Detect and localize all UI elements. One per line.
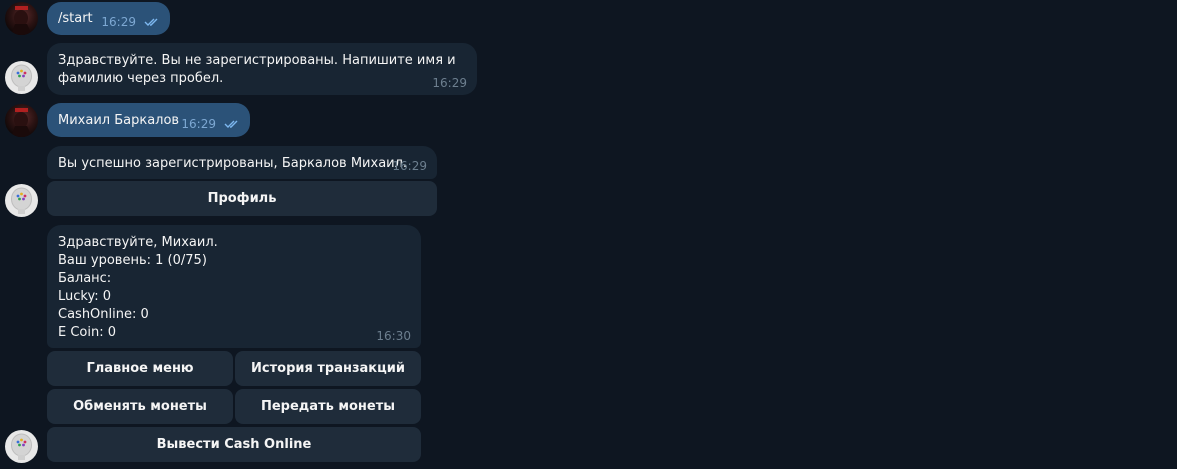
double-check-icon [144, 18, 158, 26]
message-text-line: Здравствуйте. Вы не зарегистрированы. На… [58, 53, 456, 68]
transfer-coins-button[interactable]: Передать монеты [235, 389, 421, 424]
message-incoming[interactable]: Здравствуйте. Вы не зарегистрированы. На… [47, 43, 477, 95]
message-text-line: CashOnline: 0 [58, 307, 149, 322]
exchange-coins-button[interactable]: Обменять монеты [47, 389, 233, 424]
message-text: Вы успешно зарегистрированы, Баркалов Ми… [58, 156, 408, 171]
message-incoming[interactable]: Вы успешно зарегистрированы, Баркалов Ми… [47, 146, 437, 179]
main-menu-button[interactable]: Главное меню [47, 351, 233, 386]
message-text-line: E Coin: 0 [58, 325, 117, 340]
transaction-history-button[interactable]: История транзакций [235, 351, 421, 386]
message-outgoing[interactable]: /start 16:29 [47, 2, 170, 35]
message-text-line: фамилию через пробел. [58, 71, 224, 86]
user-avatar[interactable] [5, 104, 38, 137]
chat-area: /start 16:29 Здравствуйте. Вы не зарегис… [0, 0, 1177, 469]
withdraw-cash-online-button[interactable]: Вывести Cash Online [47, 427, 421, 462]
message-text-line: Ваш уровень: 1 (0/75) [58, 253, 207, 268]
bot-avatar[interactable] [5, 184, 38, 217]
message-text: Михаил Баркалов [58, 113, 180, 128]
message-time: 16:30 [376, 329, 411, 343]
message-time: 16:29 [392, 159, 427, 173]
profile-button[interactable]: Профиль [47, 181, 437, 216]
bot-avatar[interactable] [5, 430, 38, 463]
bot-avatar[interactable] [5, 61, 38, 94]
message-time: 16:29 [181, 117, 216, 131]
message-text-line: Lucky: 0 [58, 289, 111, 304]
message-time: 16:29 [432, 76, 467, 90]
double-check-icon [224, 120, 238, 128]
message-time: 16:29 [101, 15, 136, 29]
message-outgoing[interactable]: Михаил Баркалов 16:29 [47, 103, 250, 137]
message-text: /start [58, 11, 93, 26]
user-avatar[interactable] [5, 2, 38, 35]
message-incoming[interactable]: Здравствуйте, Михаил. Ваш уровень: 1 (0/… [47, 225, 421, 348]
message-text-line: Баланс: [58, 271, 112, 286]
message-text-line: Здравствуйте, Михаил. [58, 235, 218, 250]
